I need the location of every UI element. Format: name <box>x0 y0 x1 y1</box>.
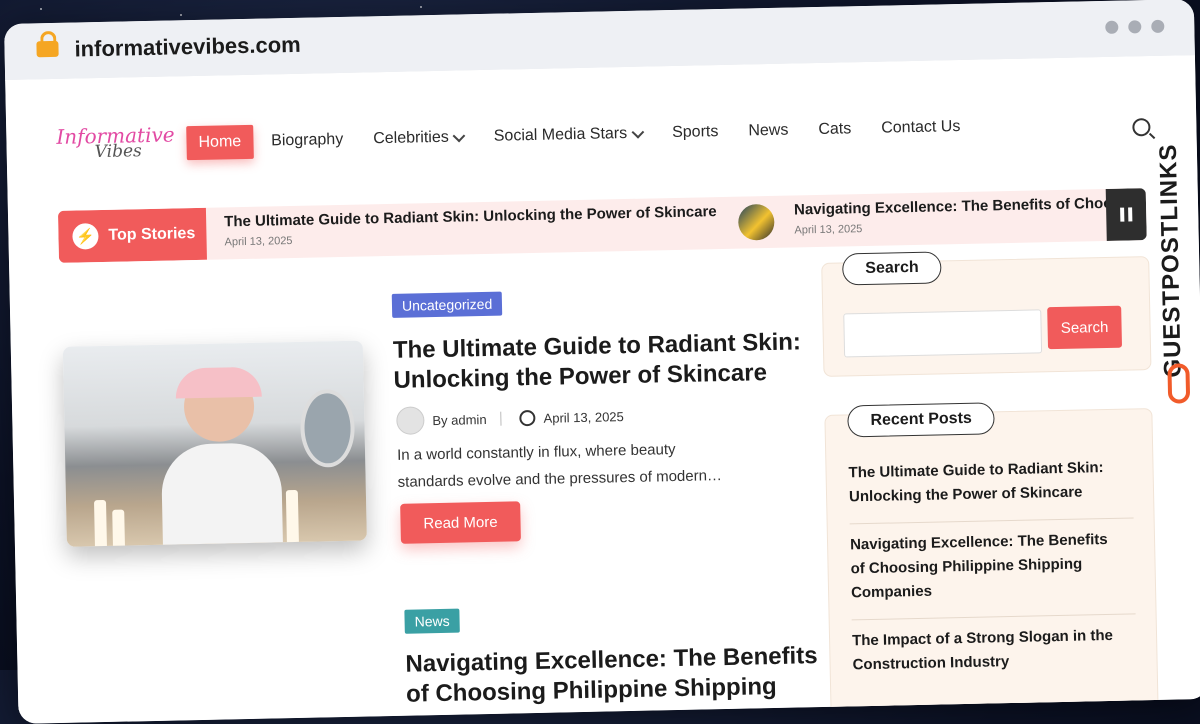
nav-label: News <box>748 121 789 140</box>
ticker-label: ⚡ Top Stories <box>57 207 207 263</box>
main-nav: Home Biography Celebrities Social Media … <box>186 110 973 161</box>
image-figure <box>160 442 283 545</box>
search-widget: Search Search <box>821 251 1152 377</box>
search-input[interactable] <box>843 309 1043 358</box>
nav-home[interactable]: Home <box>186 124 254 161</box>
nav-label: Biography <box>271 130 344 150</box>
recent-post-line[interactable]: Construction Industry <box>852 647 1136 677</box>
top-stories-ticker: ⚡ Top Stories The Ultimate Guide to Radi… <box>57 188 1147 263</box>
search-button[interactable]: Search <box>1047 305 1123 350</box>
star <box>420 6 422 8</box>
recent-posts-widget: Recent Posts The Ultimate Guide to Radia… <box>824 402 1160 724</box>
search-icon[interactable] <box>1132 118 1151 137</box>
star <box>40 8 42 10</box>
ticker-item-date: April 13, 2025 <box>224 235 293 249</box>
nav-label: Home <box>198 133 242 151</box>
post-title[interactable]: The Ultimate Guide to Radiant Skin: Unlo… <box>393 327 802 396</box>
link-icon <box>1167 363 1191 404</box>
post-thumbnail[interactable] <box>62 340 367 547</box>
clock-icon <box>519 409 536 427</box>
post-date[interactable]: April 13, 2025 <box>543 409 624 426</box>
nav-label: Sports <box>671 123 719 142</box>
image-bottle <box>285 489 299 543</box>
nav-label: Celebrities <box>373 128 449 148</box>
post-excerpt: In a world constantly in flux, where bea… <box>397 434 778 496</box>
watermark-text: GUESTPOSTLINKS <box>1154 143 1187 378</box>
pause-icon <box>1120 207 1125 222</box>
recent-post-line[interactable]: Companies <box>851 575 1135 605</box>
browser-window: informativevibes.com Informative Vibes H… <box>4 0 1200 724</box>
post-meta: By admin April 13, 2025 <box>396 402 624 435</box>
nav-biography[interactable]: Biography <box>259 123 356 159</box>
ticker-item-title[interactable]: The Ultimate Guide to Radiant Skin: Unlo… <box>224 203 717 230</box>
image-bottle <box>112 509 125 546</box>
recent-post-item[interactable]: The Impact of a Strong Slogan in the Con… <box>852 623 1137 691</box>
page: Informative Vibes Home Biography Celebri… <box>5 55 1200 724</box>
ticker-item-title[interactable]: Navigating Excellence: The Benefits of C… <box>794 195 1113 219</box>
image-headband <box>175 366 262 399</box>
nav-label: Social Media Stars <box>493 124 628 145</box>
nav-sports[interactable]: Sports <box>660 115 731 150</box>
lock-icon <box>36 40 59 58</box>
ticker-thumbnail[interactable] <box>737 203 775 241</box>
category-badge[interactable]: News <box>404 608 460 634</box>
nav-label: Contact Us <box>881 117 961 137</box>
lightning-icon: ⚡ <box>72 223 99 250</box>
window-dot[interactable] <box>1151 19 1165 33</box>
chevron-down-icon <box>452 129 466 142</box>
widget-title: Recent Posts <box>847 402 996 438</box>
star <box>180 14 182 16</box>
post-author[interactable]: By admin <box>432 411 487 427</box>
recent-post-line[interactable]: Unlocking the Power of Skincare <box>849 479 1133 509</box>
watermark: GUESTPOSTLINKS <box>1155 113 1196 414</box>
nav-label: Cats <box>818 120 852 138</box>
post-title[interactable]: Navigating Excellence: The Benefits of C… <box>405 641 818 710</box>
site-logo[interactable]: Informative Vibes <box>56 122 175 169</box>
widget-title: Search <box>841 251 943 286</box>
nav-social-media-stars[interactable]: Social Media Stars <box>481 116 654 154</box>
pause-icon <box>1128 207 1133 222</box>
recent-post-item[interactable]: The Ultimate Guide to Radiant Skin: Unlo… <box>848 455 1134 525</box>
image-bottle <box>93 499 107 547</box>
read-more-button[interactable]: Read More <box>400 501 521 544</box>
recent-post-item[interactable]: Navigating Excellence: The Benefits of C… <box>849 527 1136 621</box>
logo-line2: Vibes <box>94 141 142 163</box>
pause-button[interactable] <box>1105 188 1147 241</box>
meta-separator <box>500 411 502 426</box>
nav-celebrities[interactable]: Celebrities <box>361 120 476 156</box>
ticker-item[interactable]: The Ultimate Guide to Radiant Skin: Unlo… <box>224 203 717 248</box>
nav-news[interactable]: News <box>736 113 801 148</box>
chevron-down-icon <box>631 125 644 139</box>
category-badge[interactable]: Uncategorized <box>391 291 503 318</box>
window-dot[interactable] <box>1128 20 1142 34</box>
window-dot[interactable] <box>1105 20 1119 34</box>
window-controls <box>1105 19 1165 34</box>
nav-contact-us[interactable]: Contact Us <box>869 110 973 146</box>
ticker-label-text: Top Stories <box>108 225 196 244</box>
nav-cats[interactable]: Cats <box>806 112 864 147</box>
image-mirror <box>299 388 356 468</box>
url-text[interactable]: informativevibes.com <box>74 32 301 63</box>
ticker-item-date: April 13, 2025 <box>794 223 863 237</box>
avatar[interactable] <box>396 406 425 435</box>
ticker-item[interactable]: Navigating Excellence: The Benefits of C… <box>794 195 1113 237</box>
